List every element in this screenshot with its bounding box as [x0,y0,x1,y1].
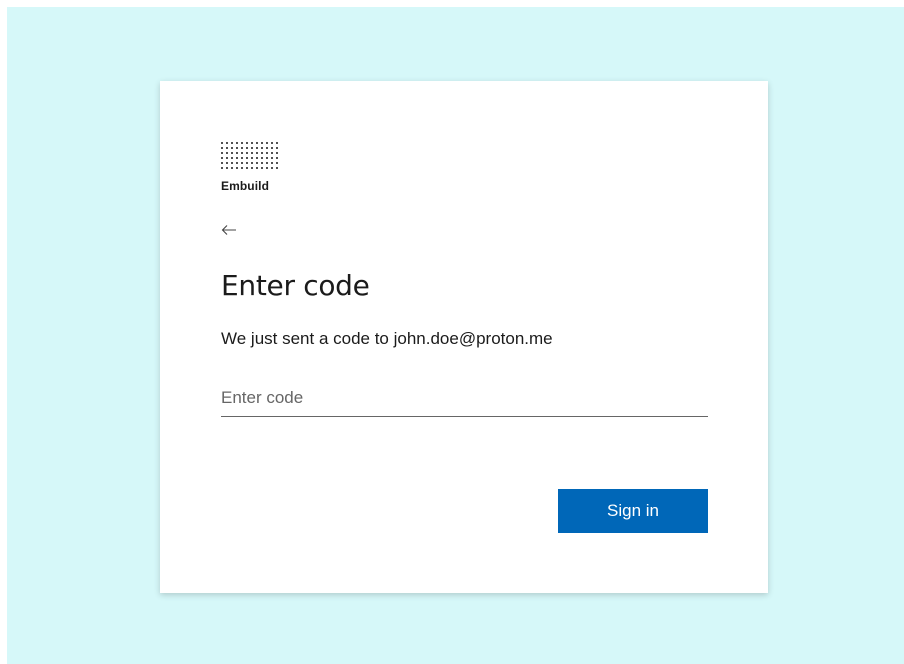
logo-dot [261,157,263,159]
logo-dot [236,152,238,154]
logo-dot [251,157,253,159]
logo-dot [266,147,268,149]
logo-dot [256,152,258,154]
logo-dot [261,167,263,169]
brand-name: Embuild [221,179,270,193]
logo-dot [251,162,253,164]
logo-dot [256,162,258,164]
logo-dot [266,167,268,169]
logo-dot [266,162,268,164]
page-background: Embuild Enter code We just sent a code t… [7,7,904,664]
dot-grid-logo-icon [221,142,291,170]
logo-dot [221,157,223,159]
logo-dot [241,167,243,169]
logo-dot [276,152,278,154]
logo-dot [241,152,243,154]
logo-dot [246,142,248,144]
logo-dot [236,162,238,164]
logo-dot [271,152,273,154]
logo-dot [271,162,273,164]
logo-dot [256,157,258,159]
logo-dot [256,167,258,169]
logo-dot [261,147,263,149]
code-sent-message: We just sent a code to john.doe@proton.m… [221,329,553,348]
logo-dot [231,167,233,169]
logo-dot [246,162,248,164]
code-input[interactable] [221,379,708,417]
sign-in-card: Embuild Enter code We just sent a code t… [160,81,768,593]
brand-logo: Embuild [221,142,291,198]
logo-dot [231,152,233,154]
logo-dot [271,167,273,169]
logo-dot [261,142,263,144]
logo-dot [231,157,233,159]
logo-dot [221,142,223,144]
logo-dot [276,157,278,159]
logo-dot [246,152,248,154]
logo-dot [251,152,253,154]
logo-dot [276,162,278,164]
logo-dot [241,142,243,144]
logo-dot [221,167,223,169]
logo-dot [226,142,228,144]
logo-dot [251,167,253,169]
logo-dot [221,147,223,149]
logo-dot [276,142,278,144]
logo-dot [241,162,243,164]
logo-dot [251,147,253,149]
logo-dot [246,147,248,149]
logo-dot [271,142,273,144]
logo-dot [271,157,273,159]
sign-in-button[interactable]: Sign in [558,489,708,533]
logo-dot [246,167,248,169]
logo-dot [276,147,278,149]
logo-dot [261,162,263,164]
page-title: Enter code [221,269,370,302]
logo-dot [236,157,238,159]
logo-dot [226,147,228,149]
logo-dot [221,162,223,164]
logo-dot [276,167,278,169]
logo-dot [226,162,228,164]
logo-dot [221,152,223,154]
logo-dot [266,152,268,154]
logo-dot [226,157,228,159]
logo-dot [256,142,258,144]
logo-dot [246,157,248,159]
logo-dot [231,147,233,149]
logo-dot [236,147,238,149]
logo-dot [241,157,243,159]
logo-dot [226,167,228,169]
logo-dot [231,162,233,164]
logo-dot [266,142,268,144]
arrow-left-icon [221,225,236,235]
logo-dot [261,152,263,154]
logo-dot [256,147,258,149]
logo-dot [236,142,238,144]
logo-dot [231,142,233,144]
back-button[interactable] [221,218,245,242]
logo-dot [271,147,273,149]
logo-dot [236,167,238,169]
logo-dot [241,147,243,149]
logo-dot [266,157,268,159]
logo-dot [251,142,253,144]
logo-dot [226,152,228,154]
